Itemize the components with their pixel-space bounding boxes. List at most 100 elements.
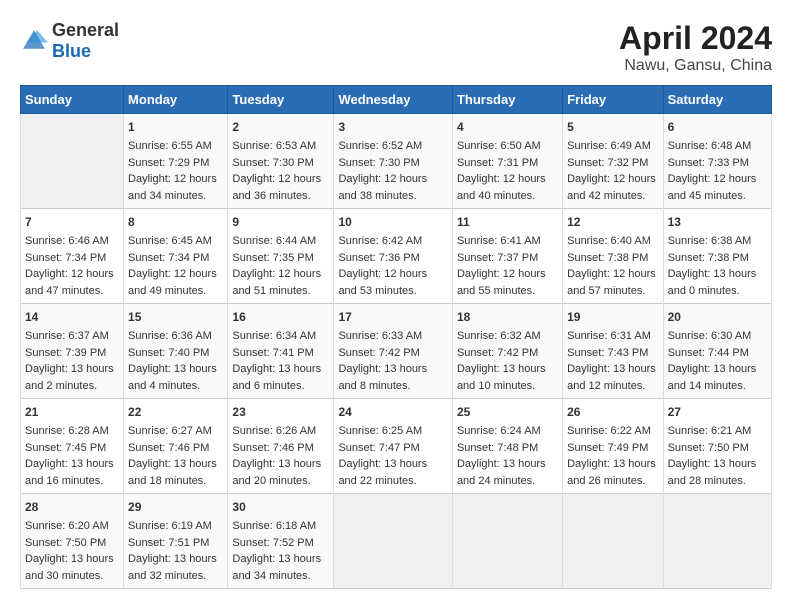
day-number: 23 xyxy=(232,403,329,421)
calendar-cell xyxy=(21,114,124,209)
calendar-cell: 9 Sunrise: 6:44 AM Sunset: 7:35 PM Daylig… xyxy=(228,209,334,304)
header-friday: Friday xyxy=(563,86,663,114)
cell-content: Sunrise: 6:21 AM Sunset: 7:50 PM Dayligh… xyxy=(668,423,767,489)
day-number: 29 xyxy=(128,498,223,516)
calendar-cell: 23 Sunrise: 6:26 AM Sunset: 7:46 PM Dayli… xyxy=(228,399,334,494)
cell-content: Sunrise: 6:50 AM Sunset: 7:31 PM Dayligh… xyxy=(457,138,558,204)
calendar-cell: 16Sunrise: 6:34 AM Sunset: 7:41 PM Dayli… xyxy=(228,304,334,399)
page-header: General Blue April 2024 Nawu, Gansu, Chi… xyxy=(20,20,772,75)
cell-content: Sunrise: 6:20 AM Sunset: 7:50 PM Dayligh… xyxy=(25,518,119,584)
calendar-cell: 1Sunrise: 6:55 AM Sunset: 7:29 PM Daylig… xyxy=(124,114,228,209)
day-number: 22 xyxy=(128,403,223,421)
cell-content: Sunrise: 6:31 AM Sunset: 7:43 PM Dayligh… xyxy=(567,328,658,394)
calendar-cell: 20 Sunrise: 6:30 AM Sunset: 7:44 PM Dayli… xyxy=(663,304,771,399)
day-number: 16 xyxy=(232,308,329,326)
cell-content: Sunrise: 6:48 AM Sunset: 7:33 PM Dayligh… xyxy=(668,138,767,204)
title-block: April 2024 Nawu, Gansu, China xyxy=(619,20,772,75)
header-monday: Monday xyxy=(124,86,228,114)
calendar-cell xyxy=(334,494,453,589)
page-title: April 2024 xyxy=(619,20,772,57)
week-row-4: 21Sunrise: 6:28 AM Sunset: 7:45 PM Dayli… xyxy=(21,399,772,494)
week-row-5: 28 Sunrise: 6:20 AM Sunset: 7:50 PM Dayli… xyxy=(21,494,772,589)
cell-content: Sunrise: 6:22 AM Sunset: 7:49 PM Dayligh… xyxy=(567,423,658,489)
cell-content: Sunrise: 6:53 AM Sunset: 7:30 PM Dayligh… xyxy=(232,138,329,204)
cell-content: Sunrise: 6:44 AM Sunset: 7:35 PM Dayligh… xyxy=(232,233,329,299)
week-row-3: 14 Sunrise: 6:37 AM Sunset: 7:39 PM Dayli… xyxy=(21,304,772,399)
day-number: 19 xyxy=(567,308,658,326)
day-number: 6 xyxy=(668,118,767,136)
cell-content: Sunrise: 6:55 AM Sunset: 7:29 PM Dayligh… xyxy=(128,138,223,204)
day-number: 13 xyxy=(668,213,767,231)
cell-content: Sunrise: 6:18 AM Sunset: 7:52 PM Dayligh… xyxy=(232,518,329,584)
cell-content: Sunrise: 6:49 AM Sunset: 7:32 PM Dayligh… xyxy=(567,138,658,204)
calendar-cell: 14 Sunrise: 6:37 AM Sunset: 7:39 PM Dayli… xyxy=(21,304,124,399)
day-number: 15 xyxy=(128,308,223,326)
calendar-cell: 8 Sunrise: 6:45 AM Sunset: 7:34 PM Daylig… xyxy=(124,209,228,304)
day-number: 7 xyxy=(25,213,119,231)
calendar-cell: 5 Sunrise: 6:49 AM Sunset: 7:32 PM Daylig… xyxy=(563,114,663,209)
day-number: 18 xyxy=(457,308,558,326)
calendar-header-row: SundayMondayTuesdayWednesdayThursdayFrid… xyxy=(21,86,772,114)
logo-icon xyxy=(20,27,48,55)
cell-content: Sunrise: 6:36 AM Sunset: 7:40 PM Dayligh… xyxy=(128,328,223,394)
logo-blue: Blue xyxy=(52,41,91,61)
day-number: 28 xyxy=(25,498,119,516)
calendar-cell: 25 Sunrise: 6:24 AM Sunset: 7:48 PM Dayli… xyxy=(452,399,562,494)
day-number: 12 xyxy=(567,213,658,231)
cell-content: Sunrise: 6:19 AM Sunset: 7:51 PM Dayligh… xyxy=(128,518,223,584)
calendar-cell: 7 Sunrise: 6:46 AM Sunset: 7:34 PM Daylig… xyxy=(21,209,124,304)
cell-content: Sunrise: 6:37 AM Sunset: 7:39 PM Dayligh… xyxy=(25,328,119,394)
cell-content: Sunrise: 6:26 AM Sunset: 7:46 PM Dayligh… xyxy=(232,423,329,489)
day-number: 14 xyxy=(25,308,119,326)
day-number: 4 xyxy=(457,118,558,136)
page-subtitle: Nawu, Gansu, China xyxy=(619,57,772,75)
header-thursday: Thursday xyxy=(452,86,562,114)
day-number: 27 xyxy=(668,403,767,421)
cell-content: Sunrise: 6:38 AM Sunset: 7:38 PM Dayligh… xyxy=(668,233,767,299)
calendar-cell: 17Sunrise: 6:33 AM Sunset: 7:42 PM Dayli… xyxy=(334,304,453,399)
calendar-cell xyxy=(663,494,771,589)
cell-content: Sunrise: 6:41 AM Sunset: 7:37 PM Dayligh… xyxy=(457,233,558,299)
cell-content: Sunrise: 6:46 AM Sunset: 7:34 PM Dayligh… xyxy=(25,233,119,299)
calendar-cell: 21Sunrise: 6:28 AM Sunset: 7:45 PM Dayli… xyxy=(21,399,124,494)
calendar-cell: 26 Sunrise: 6:22 AM Sunset: 7:49 PM Dayli… xyxy=(563,399,663,494)
calendar-cell xyxy=(452,494,562,589)
header-wednesday: Wednesday xyxy=(334,86,453,114)
calendar-cell: 27 Sunrise: 6:21 AM Sunset: 7:50 PM Dayli… xyxy=(663,399,771,494)
calendar-cell: 4 Sunrise: 6:50 AM Sunset: 7:31 PM Daylig… xyxy=(452,114,562,209)
calendar-cell: 6 Sunrise: 6:48 AM Sunset: 7:33 PM Daylig… xyxy=(663,114,771,209)
week-row-2: 7 Sunrise: 6:46 AM Sunset: 7:34 PM Daylig… xyxy=(21,209,772,304)
cell-content: Sunrise: 6:33 AM Sunset: 7:42 PM Dayligh… xyxy=(338,328,448,394)
cell-content: Sunrise: 6:45 AM Sunset: 7:34 PM Dayligh… xyxy=(128,233,223,299)
calendar-cell: 15 Sunrise: 6:36 AM Sunset: 7:40 PM Dayli… xyxy=(124,304,228,399)
calendar-cell: 30 Sunrise: 6:18 AM Sunset: 7:52 PM Dayli… xyxy=(228,494,334,589)
day-number: 25 xyxy=(457,403,558,421)
calendar-cell: 22Sunrise: 6:27 AM Sunset: 7:46 PM Dayli… xyxy=(124,399,228,494)
cell-content: Sunrise: 6:24 AM Sunset: 7:48 PM Dayligh… xyxy=(457,423,558,489)
header-tuesday: Tuesday xyxy=(228,86,334,114)
cell-content: Sunrise: 6:25 AM Sunset: 7:47 PM Dayligh… xyxy=(338,423,448,489)
cell-content: Sunrise: 6:42 AM Sunset: 7:36 PM Dayligh… xyxy=(338,233,448,299)
calendar-cell: 29 Sunrise: 6:19 AM Sunset: 7:51 PM Dayli… xyxy=(124,494,228,589)
cell-content: Sunrise: 6:30 AM Sunset: 7:44 PM Dayligh… xyxy=(668,328,767,394)
day-number: 8 xyxy=(128,213,223,231)
calendar-body: 1Sunrise: 6:55 AM Sunset: 7:29 PM Daylig… xyxy=(21,114,772,589)
logo-general: General xyxy=(52,20,119,40)
day-number: 2 xyxy=(232,118,329,136)
day-number: 24 xyxy=(338,403,448,421)
calendar-cell: 2 Sunrise: 6:53 AM Sunset: 7:30 PM Daylig… xyxy=(228,114,334,209)
day-number: 9 xyxy=(232,213,329,231)
day-number: 11 xyxy=(457,213,558,231)
day-number: 26 xyxy=(567,403,658,421)
day-number: 30 xyxy=(232,498,329,516)
calendar-cell: 19 Sunrise: 6:31 AM Sunset: 7:43 PM Dayli… xyxy=(563,304,663,399)
day-number: 5 xyxy=(567,118,658,136)
cell-content: Sunrise: 6:52 AM Sunset: 7:30 PM Dayligh… xyxy=(338,138,448,204)
calendar-cell: 11 Sunrise: 6:41 AM Sunset: 7:37 PM Dayli… xyxy=(452,209,562,304)
day-number: 10 xyxy=(338,213,448,231)
logo: General Blue xyxy=(20,20,119,62)
day-number: 20 xyxy=(668,308,767,326)
calendar-cell xyxy=(563,494,663,589)
cell-content: Sunrise: 6:32 AM Sunset: 7:42 PM Dayligh… xyxy=(457,328,558,394)
calendar-cell: 13 Sunrise: 6:38 AM Sunset: 7:38 PM Dayli… xyxy=(663,209,771,304)
